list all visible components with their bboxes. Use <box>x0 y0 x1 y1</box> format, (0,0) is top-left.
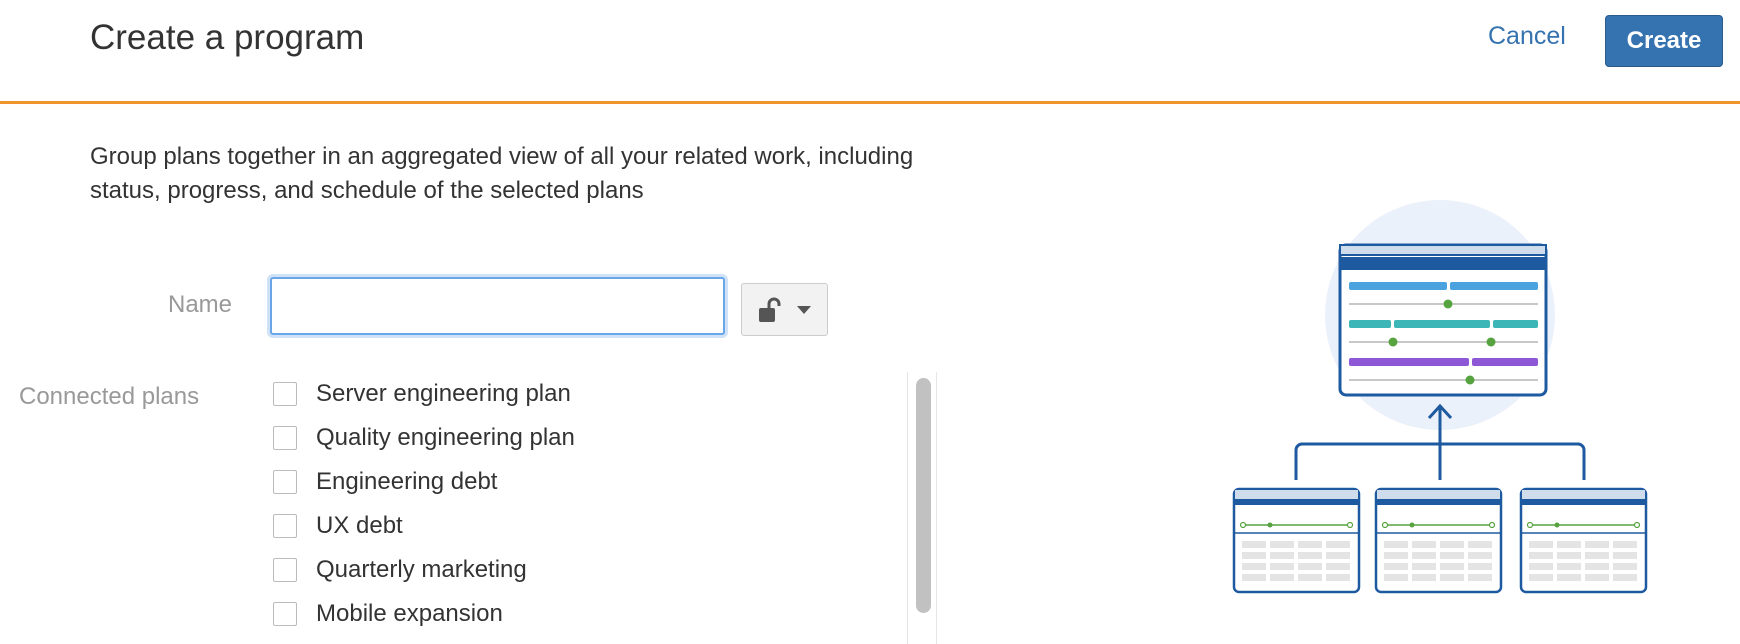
plan-checkbox[interactable] <box>273 470 297 494</box>
connected-plans-label: Connected plans <box>19 383 200 410</box>
list-item[interactable]: Quality engineering plan <box>270 416 910 460</box>
plan-label: Quarterly marketing <box>316 556 527 583</box>
plan-checkbox[interactable] <box>273 514 297 538</box>
plan-label: UX debt <box>316 512 403 539</box>
name-input[interactable] <box>270 277 725 335</box>
list-item[interactable]: Mobile expansion <box>270 592 910 636</box>
plan-label: Mobile expansion <box>316 600 503 627</box>
page-description: Group plans together in an aggregated vi… <box>90 143 914 204</box>
plan-checkbox[interactable] <box>273 426 297 450</box>
program-illustration <box>1230 200 1670 605</box>
plan-checkbox[interactable] <box>273 558 297 582</box>
list-item[interactable]: UX debt <box>270 504 910 548</box>
list-item[interactable]: Quarterly marketing <box>270 548 910 592</box>
scrollbar-thumb[interactable] <box>916 378 931 613</box>
plan-label: Quality engineering plan <box>316 424 575 451</box>
plan-checkbox[interactable] <box>273 382 297 406</box>
page-header: Create a program Cancel Create <box>0 0 1740 104</box>
chevron-down-icon <box>797 306 811 314</box>
plans-scrollbar[interactable] <box>907 372 937 644</box>
list-item[interactable]: Engineering debt <box>270 460 910 504</box>
plan-checkbox[interactable] <box>273 602 297 626</box>
create-button[interactable]: Create <box>1605 15 1723 67</box>
plan-label: Server engineering plan <box>316 380 571 407</box>
name-label: Name <box>168 291 233 318</box>
unlock-icon <box>756 296 784 329</box>
connected-plans-list: Server engineering plan Quality engineer… <box>270 372 910 644</box>
cancel-button[interactable]: Cancel <box>1488 22 1566 51</box>
list-item[interactable]: Server engineering plan <box>270 372 910 416</box>
plan-label: Engineering debt <box>316 468 498 495</box>
permission-dropdown[interactable] <box>741 283 828 336</box>
page-title: Create a program <box>90 18 365 57</box>
